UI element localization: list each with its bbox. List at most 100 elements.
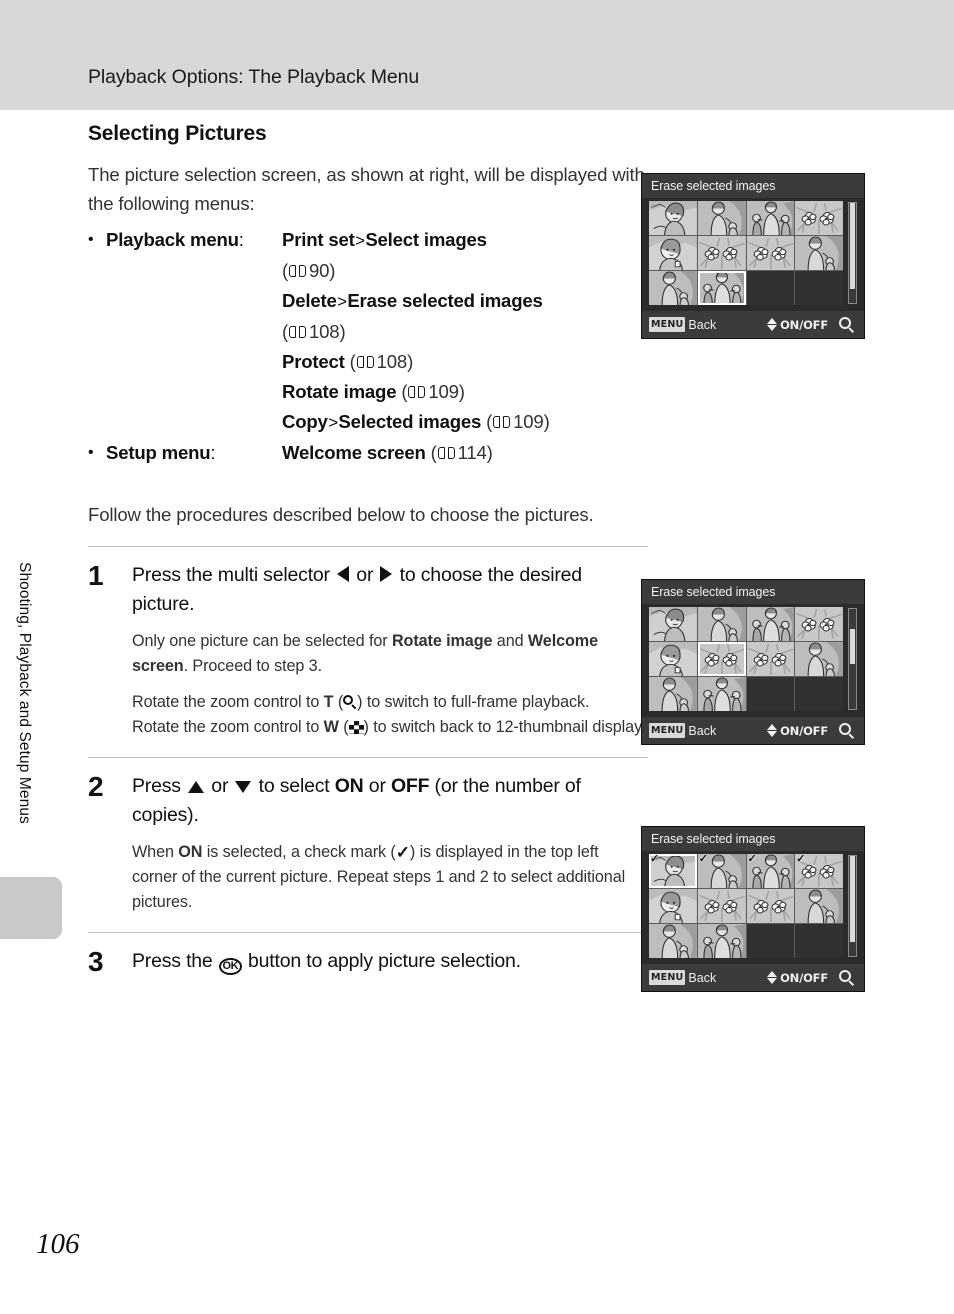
thumbnail-cell-empty: [795, 271, 843, 305]
menu-entry: Protect (108): [282, 351, 414, 372]
thumbnail-cell[interactable]: ✓: [697, 854, 746, 888]
menu-button-badge[interactable]: MENU: [649, 970, 686, 985]
section-heading: Selecting Pictures: [88, 122, 267, 145]
triangle-up-icon: [188, 781, 205, 793]
menu-group-label: Setup menu:: [106, 442, 216, 463]
thumbnail-cell[interactable]: ✓: [795, 854, 843, 888]
thumbnail-cell[interactable]: [746, 642, 795, 676]
thumbnail-cell[interactable]: [746, 201, 795, 235]
camera-screen-title: Erase selected images: [642, 174, 864, 198]
thumbnail-cell[interactable]: [649, 677, 697, 711]
step-note: When ON is selected, a check mark (✓) is…: [132, 843, 626, 911]
thumbnail-cell[interactable]: [795, 201, 843, 235]
page-reference: (114): [430, 442, 493, 463]
page-number: 106: [36, 1228, 80, 1260]
thumbnail-cell[interactable]: ✓: [649, 854, 697, 888]
menu-entry: Copy>Selected images (109): [282, 411, 550, 432]
thumbnail-cell[interactable]: [697, 201, 746, 235]
camera-screen-title: Erase selected images: [642, 827, 864, 851]
screen-scrollbar[interactable]: [848, 608, 857, 710]
onoff-control: ON/OFF: [765, 970, 828, 985]
camera-screen-title: Erase selected images: [642, 580, 864, 604]
triangle-down-icon: [235, 781, 252, 793]
thumbnail-cell[interactable]: [697, 677, 746, 711]
thumbnail-cell[interactable]: [795, 889, 843, 923]
camera-screen-bottom-bar: MENU Back ON/OFF: [642, 964, 864, 991]
thumbnail-grid-icon: [348, 721, 364, 734]
triangle-right-icon: [380, 566, 393, 582]
camera-screen-bottom-bar: MENU Back ON/OFF: [642, 311, 864, 338]
thumbnail-cell[interactable]: [697, 889, 746, 923]
magnifier-icon: [839, 969, 855, 986]
up-down-arrows-icon: [765, 317, 779, 332]
magnifier-icon: [839, 316, 855, 333]
book-icon: [356, 356, 374, 369]
thumbnail-grid: [649, 607, 843, 711]
chapter-side-label: Shooting, Playback and Setup Menus: [16, 562, 33, 824]
thumbnail-cell[interactable]: [795, 607, 843, 641]
step-3: 3 Press the OK button to apply picture s…: [88, 947, 648, 977]
onoff-label: ON/OFF: [780, 970, 828, 985]
main-content: Selecting Pictures The picture selection…: [88, 122, 648, 977]
check-mark-icon: ✓: [796, 854, 806, 865]
step-1: 1 Press the multi selector or to choose …: [88, 561, 648, 740]
menu-entry: Welcome screen (114): [282, 442, 493, 463]
book-icon: [437, 447, 455, 460]
step-title: Press or to select ON or OFF (or the num…: [132, 775, 581, 826]
thumbnail-cell[interactable]: [746, 607, 795, 641]
screen-scrollbar[interactable]: [848, 855, 857, 957]
menu-group-label: Playback menu:: [106, 229, 244, 250]
thumbnail-cell-empty: [746, 924, 795, 958]
back-label: Back: [688, 970, 717, 985]
thumbnail-cell[interactable]: [649, 924, 697, 958]
thumbnail-cell[interactable]: [649, 889, 697, 923]
back-label: Back: [688, 723, 717, 738]
camera-screen-mockup-1: Erase selected images MENU Back ON/OFF: [641, 173, 865, 339]
menu-group-setup: • Setup menu: Welcome screen (114): [88, 438, 648, 468]
menu-entry: Delete>Erase selected images (108): [282, 290, 543, 342]
thumbnail-cell[interactable]: [649, 271, 697, 305]
menu-group-playback: • Playback menu: Print set>Select images…: [88, 225, 648, 438]
scrollbar-thumb[interactable]: [850, 629, 855, 664]
magnifier-icon: [343, 695, 357, 709]
ok-button-icon: OK: [218, 958, 242, 975]
check-mark-icon: ✓: [650, 854, 660, 865]
thumbnail-cell[interactable]: [649, 607, 697, 641]
menu-entry: Rotate image (109): [282, 381, 465, 402]
magnifier-icon: [839, 722, 855, 739]
onoff-control: ON/OFF: [765, 317, 828, 332]
camera-screen-bottom-bar: MENU Back ON/OFF: [642, 717, 864, 744]
thumbnail-grid: [649, 201, 843, 305]
thumbnail-cell[interactable]: [697, 607, 746, 641]
scrollbar-thumb[interactable]: [850, 856, 855, 942]
menu-button-badge[interactable]: MENU: [649, 317, 686, 332]
menu-button-badge[interactable]: MENU: [649, 723, 686, 738]
step-divider: [88, 546, 648, 547]
camera-screen-mockup-2: Erase selected images MENU Back ON/OFF: [641, 579, 865, 745]
page-reference: (108): [349, 351, 414, 372]
scrollbar-thumb[interactable]: [850, 203, 855, 289]
thumbnail-cell[interactable]: [697, 271, 746, 305]
page-reference: (109): [401, 381, 465, 402]
thumbnail-cell[interactable]: [697, 236, 746, 270]
thumbnail-cell[interactable]: [649, 236, 697, 270]
thumbnail-cell[interactable]: [795, 642, 843, 676]
thumbnail-cell[interactable]: [697, 642, 746, 676]
thumbnail-cell[interactable]: [649, 201, 697, 235]
screen-scrollbar[interactable]: [848, 202, 857, 304]
thumbnail-cell[interactable]: [649, 642, 697, 676]
thumbnail-cell[interactable]: [697, 924, 746, 958]
thumbnail-cell[interactable]: [746, 236, 795, 270]
step-2: 2 Press or to select ON or OFF (or the n…: [88, 772, 648, 915]
thumbnail-cell[interactable]: [746, 889, 795, 923]
step-divider: [88, 757, 648, 758]
menu-entry: Print set>Select images (90): [282, 229, 487, 281]
step-number: 1: [88, 560, 104, 591]
triangle-left-icon: [337, 566, 350, 582]
thumbnail-cell[interactable]: ✓: [746, 854, 795, 888]
section-intro-paragraph: The picture selection screen, as shown a…: [88, 164, 645, 214]
thumbnail-cell[interactable]: [795, 236, 843, 270]
step-note: Only one picture can be selected for Rot…: [132, 632, 598, 675]
check-mark-icon: ✓: [395, 843, 410, 862]
chapter-tab-marker: [0, 877, 62, 939]
